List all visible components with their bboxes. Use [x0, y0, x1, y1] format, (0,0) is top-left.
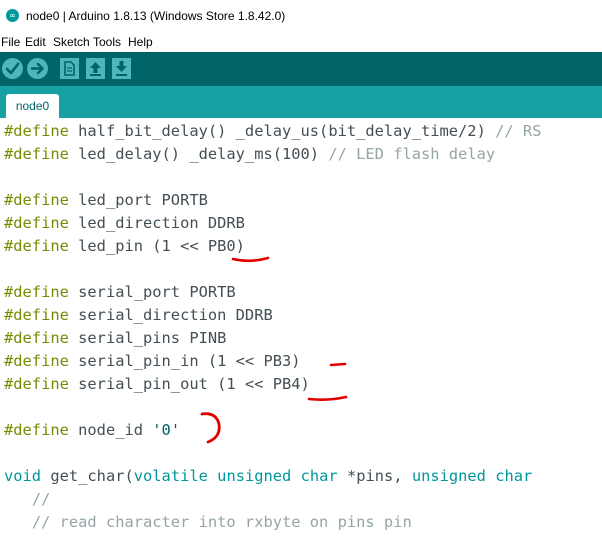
code-token: node_id: [68, 421, 153, 439]
code-token: #define: [4, 421, 69, 439]
code-token: #define: [4, 375, 69, 393]
code-token: // LED flash delay: [328, 145, 496, 163]
code-token: #define: [4, 191, 69, 209]
code-line[interactable]: #define led_port PORTB: [4, 189, 542, 212]
new-button[interactable]: [60, 58, 79, 79]
toolbar: [0, 52, 602, 86]
verify-button[interactable]: [2, 58, 23, 79]
code-token: //: [31, 490, 51, 508]
code-token: #define: [4, 122, 69, 140]
code-token: led_port PORTB: [68, 191, 208, 209]
verify-icon: [5, 62, 20, 75]
title-bar: ∞ node0 | Arduino 1.8.13 (Windows Store …: [0, 0, 602, 32]
code-line[interactable]: [4, 396, 542, 419]
code-line[interactable]: [4, 442, 542, 465]
new-icon: [64, 61, 75, 76]
menu-tools[interactable]: Tools: [93, 35, 121, 49]
code-line[interactable]: #define led_direction DDRB: [4, 212, 542, 235]
code-token: serial_port PORTB: [68, 283, 236, 301]
tab-node0[interactable]: node0: [6, 94, 59, 118]
code-token: serial_pins PINB: [68, 329, 227, 347]
code-token: '0': [152, 421, 181, 439]
save-button[interactable]: [112, 58, 131, 79]
code-line[interactable]: [4, 166, 542, 189]
menu-edit[interactable]: Edit: [25, 35, 46, 49]
upload-button[interactable]: [27, 58, 48, 79]
code-token: // RS: [495, 122, 542, 140]
code-token: #define: [4, 329, 69, 347]
code-token: #define: [4, 283, 69, 301]
code-line[interactable]: [4, 258, 542, 281]
code-token: char: [300, 467, 338, 485]
menu-bar: File Edit Sketch Tools Help: [0, 32, 602, 52]
code-line[interactable]: #define serial_port PORTB: [4, 281, 542, 304]
tab-bar: node0: [0, 86, 602, 118]
code-editor[interactable]: #define half_bit_delay() _delay_us(bit_d…: [0, 118, 602, 542]
menu-help[interactable]: Help: [128, 35, 153, 49]
code-token: led_direction DDRB: [68, 214, 245, 232]
code-token: get_char(: [41, 467, 134, 485]
code-token: serial_pin_in (1 << PB3): [68, 352, 301, 370]
code-line[interactable]: // read character into rxbyte on pins pi…: [4, 511, 542, 534]
code-token: #define: [4, 145, 69, 163]
open-button[interactable]: [86, 58, 105, 79]
code-line[interactable]: #define serial_direction DDRB: [4, 304, 542, 327]
code-token: char: [495, 467, 533, 485]
code-line[interactable]: #define node_id '0': [4, 419, 542, 442]
code-token: led_delay() _delay_ms(100): [68, 145, 329, 163]
code-token: unsigned: [217, 467, 292, 485]
code-line[interactable]: #define half_bit_delay() _delay_us(bit_d…: [4, 120, 542, 143]
upload-icon: [30, 62, 44, 75]
code-line[interactable]: #define serial_pin_out (1 << PB4): [4, 373, 542, 396]
window-title: node0 | Arduino 1.8.13 (Windows Store 1.…: [26, 9, 286, 23]
menu-file[interactable]: File: [1, 35, 20, 49]
code-token: #define: [4, 237, 69, 255]
code-token: led_pin (1 << PB0): [68, 237, 245, 255]
code-token: *pins,: [337, 467, 412, 485]
code-token: #define: [4, 352, 69, 370]
code-token: serial_direction DDRB: [68, 306, 273, 324]
code-token: void: [4, 467, 42, 485]
code-line[interactable]: #define led_pin (1 << PB0): [4, 235, 542, 258]
code-token: // read character into rxbyte on pins pi…: [31, 513, 412, 531]
code-token: serial_pin_out (1 << PB4): [68, 375, 310, 393]
code-token: half_bit_delay() _delay_us(bit_delay_tim…: [68, 122, 496, 140]
code-token: volatile: [133, 467, 208, 485]
code-token: #define: [4, 214, 69, 232]
code-token: #define: [4, 306, 69, 324]
code-line[interactable]: //: [4, 488, 542, 511]
tab-label: node0: [15, 99, 50, 113]
arduino-logo-icon: ∞: [6, 9, 19, 22]
code-token: unsigned: [411, 467, 486, 485]
open-icon: [90, 62, 101, 76]
save-icon: [116, 61, 127, 76]
code-line[interactable]: #define serial_pins PINB: [4, 327, 542, 350]
code-line[interactable]: #define led_delay() _delay_ms(100) // LE…: [4, 143, 542, 166]
code-line[interactable]: #define serial_pin_in (1 << PB3): [4, 350, 542, 373]
menu-sketch[interactable]: Sketch: [53, 35, 90, 49]
code-line[interactable]: void get_char(volatile unsigned char *pi…: [4, 465, 542, 488]
code-text[interactable]: #define half_bit_delay() _delay_us(bit_d…: [4, 120, 542, 534]
